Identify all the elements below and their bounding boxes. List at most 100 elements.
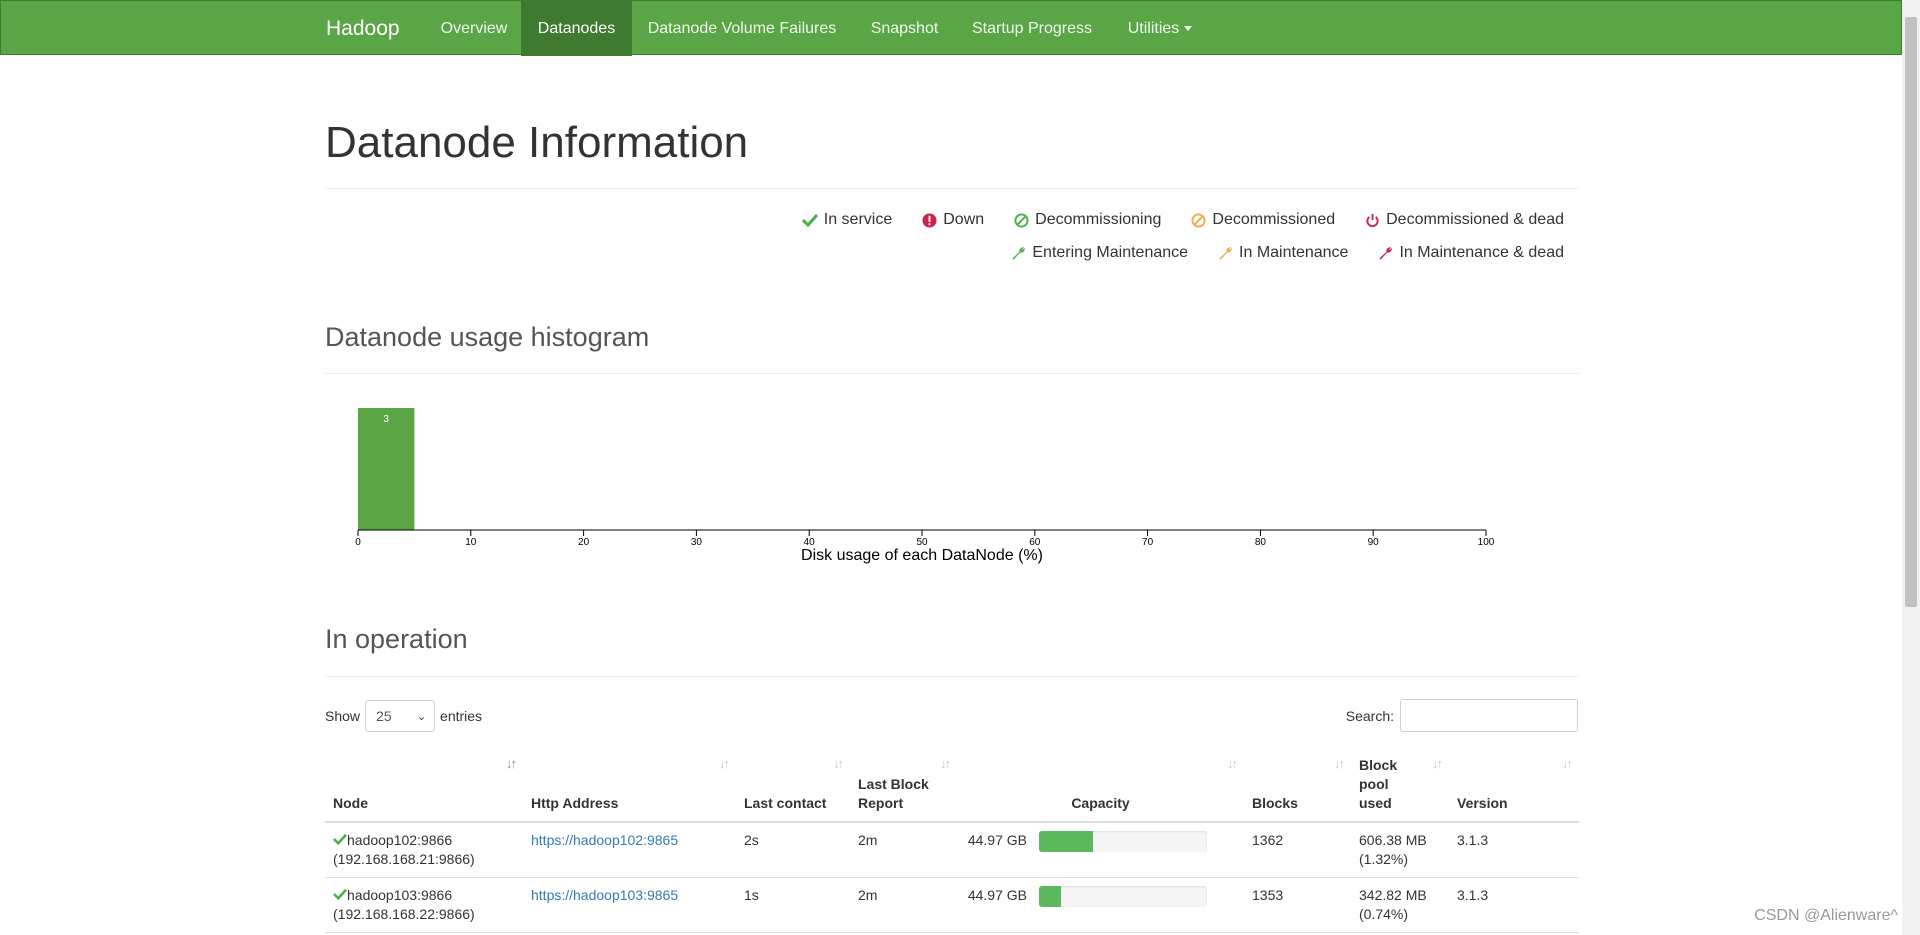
entries-select[interactable]: 25 ⌄ bbox=[365, 700, 436, 732]
watermark-text: CSDN @Alienware^ bbox=[1754, 907, 1898, 924]
http-address-link[interactable]: https://hadoop103:9865 bbox=[531, 887, 678, 903]
table-row: hadoop102:9866 (192.168.168.21:9866) htt… bbox=[325, 822, 1579, 878]
search-label: Search: bbox=[1345, 707, 1394, 724]
legend-decommissioning: Decommissioning bbox=[1014, 211, 1161, 229]
blocks-cell: 1362 bbox=[1244, 822, 1351, 878]
x-tick-label: 0 bbox=[355, 537, 361, 548]
legend-in-maintenance-dead: In Maintenance & dead bbox=[1378, 244, 1564, 262]
col-header-version[interactable]: ↓↑ Version bbox=[1449, 748, 1579, 823]
legend-in-maintenance: In Maintenance bbox=[1218, 244, 1348, 262]
col-header-blocks[interactable]: ↓↑ Blocks bbox=[1244, 748, 1351, 823]
http-cell: https://hadoop103:9865 bbox=[523, 877, 736, 933]
node-ip: (192.168.168.21:9866) bbox=[333, 851, 475, 867]
legend-down: Down bbox=[922, 211, 984, 229]
nav-overview[interactable]: Overview bbox=[426, 1, 522, 56]
node-name: hadoop102:9866 bbox=[347, 832, 453, 848]
nav-utilities-dropdown[interactable]: Utilities bbox=[1107, 1, 1213, 56]
capacity-progress-bar bbox=[1039, 886, 1061, 907]
col-header-node[interactable]: ↓↑ Node bbox=[325, 748, 523, 823]
x-tick-label: 10 bbox=[465, 537, 477, 548]
x-tick-label: 70 bbox=[1142, 537, 1154, 548]
ban-icon bbox=[1014, 212, 1029, 228]
last-contact-cell: 2s bbox=[736, 822, 850, 878]
legend-label: In service bbox=[823, 211, 893, 228]
legend-entering-maintenance: Entering Maintenance bbox=[1011, 244, 1188, 262]
page-scrollbar[interactable] bbox=[1902, 0, 1920, 935]
legend-label: Entering Maintenance bbox=[1032, 244, 1189, 261]
sort-icon: ↓↑ bbox=[940, 756, 951, 771]
node-name: hadoop103:9866 bbox=[347, 887, 453, 903]
node-cell: hadoop102:9866 (192.168.168.21:9866) bbox=[325, 822, 523, 878]
search-input[interactable] bbox=[1400, 699, 1578, 732]
x-tick-label: 30 bbox=[691, 537, 703, 548]
x-tick-label: 20 bbox=[578, 537, 590, 548]
last-contact-cell: 1s bbox=[736, 877, 850, 933]
nav-volume-failures[interactable]: Datanode Volume Failures bbox=[632, 1, 852, 56]
wrench-icon bbox=[1012, 246, 1026, 260]
version-cell: 3.1.3 bbox=[1449, 822, 1579, 878]
col-header-last-contact[interactable]: ↓↑ Last contact bbox=[736, 748, 850, 823]
node-cell: hadoop103:9866 (192.168.168.22:9866) bbox=[325, 877, 523, 933]
exclamation-circle-icon bbox=[922, 212, 937, 228]
check-icon bbox=[333, 833, 347, 846]
sort-icon: ↓↑ bbox=[833, 756, 844, 771]
table-header-row: ↓↑ Node ↓↑ Http Address ↓↑ Last contact ↓↑ L… bbox=[325, 748, 1579, 823]
table-search: Search: bbox=[1346, 699, 1578, 732]
col-header-capacity[interactable]: ↓↑ Capacity bbox=[957, 748, 1244, 823]
version-cell: 3.1.3 bbox=[1449, 877, 1579, 933]
legend-label: Decommissioning bbox=[1035, 211, 1162, 228]
histogram-divider bbox=[325, 373, 1579, 374]
nav-datanodes[interactable]: Datanodes bbox=[521, 1, 632, 56]
sort-icon: ↓↑ bbox=[1227, 756, 1238, 771]
ban-icon bbox=[1191, 212, 1206, 228]
caret-down-icon bbox=[1184, 26, 1193, 32]
col-header-last-block-report[interactable]: ↓↑ Last Block Report bbox=[850, 748, 957, 823]
entries-length-control: Show 25 ⌄ entries bbox=[325, 700, 482, 732]
entries-label: entries bbox=[440, 708, 483, 724]
table-row: hadoop103:9866 (192.168.168.22:9866) htt… bbox=[325, 877, 1579, 933]
last-block-report-cell: 2m bbox=[850, 877, 957, 933]
sort-icon: ↓↑ bbox=[1334, 756, 1345, 771]
histogram-bar bbox=[358, 408, 415, 530]
sort-icon: ↓↑ bbox=[1432, 756, 1443, 771]
col-header-http-address[interactable]: ↓↑ Http Address bbox=[523, 748, 736, 823]
operation-divider bbox=[325, 676, 1579, 677]
legend-label: In Maintenance bbox=[1239, 244, 1349, 261]
last-block-report-cell: 2m bbox=[850, 822, 957, 878]
sort-icon: ↓↑ bbox=[719, 756, 730, 771]
x-tick-label: 100 bbox=[1478, 537, 1495, 548]
block-pool-used-cell: 342.82 MB (0.74%) bbox=[1351, 877, 1449, 933]
sort-icon: ↓↑ bbox=[1562, 756, 1573, 771]
usage-histogram-chart: 3 0 10 20 30 40 50 60 70 80 90 100 Disk usage of e… bbox=[355, 408, 1495, 564]
check-icon bbox=[801, 213, 818, 227]
col-header-block-pool-used[interactable]: ↓↑ Block pool used bbox=[1351, 748, 1449, 823]
power-icon bbox=[1366, 213, 1379, 227]
legend-label: Decommissioned bbox=[1212, 211, 1336, 228]
nav-startup-progress[interactable]: Startup Progress bbox=[957, 1, 1107, 56]
legend-label: Decommissioned & dead bbox=[1386, 211, 1564, 228]
capacity-cell: 44.97 GB bbox=[957, 822, 1244, 878]
check-icon bbox=[333, 888, 347, 901]
brand-link[interactable]: Hadoop bbox=[326, 1, 400, 56]
datanodes-table: ↓↑ Node ↓↑ Http Address ↓↑ Last contact ↓↑ L… bbox=[325, 748, 1579, 933]
title-divider bbox=[325, 188, 1579, 189]
page-title: Datanode Information bbox=[325, 118, 749, 167]
legend-in-service: In service bbox=[801, 211, 893, 229]
legend-label: Down bbox=[943, 211, 985, 228]
wrench-icon bbox=[1379, 246, 1393, 260]
nav-utilities-label: Utilities bbox=[1127, 20, 1180, 37]
legend-label: In Maintenance & dead bbox=[1399, 244, 1564, 261]
x-axis-ticks: 0 10 20 30 40 50 60 70 80 90 100 bbox=[355, 530, 1495, 548]
sort-asc-icon: ↓↑ bbox=[506, 756, 517, 771]
node-ip: (192.168.168.22:9866) bbox=[333, 906, 475, 922]
blocks-cell: 1353 bbox=[1244, 877, 1351, 933]
legend-row-1: In service Down Decommissioning Decommis… bbox=[801, 211, 1564, 229]
nav-snapshot[interactable]: Snapshot bbox=[852, 1, 957, 56]
histogram-bars: 3 bbox=[358, 408, 415, 530]
http-address-link[interactable]: https://hadoop102:9865 bbox=[531, 832, 678, 848]
capacity-progress bbox=[1039, 886, 1207, 907]
scrollbar-thumb[interactable] bbox=[1905, 17, 1917, 607]
x-axis-label: Disk usage of each DataNode (%) bbox=[801, 547, 1043, 564]
capacity-value: 44.97 GB bbox=[967, 832, 1027, 848]
wrench-icon bbox=[1219, 246, 1232, 260]
